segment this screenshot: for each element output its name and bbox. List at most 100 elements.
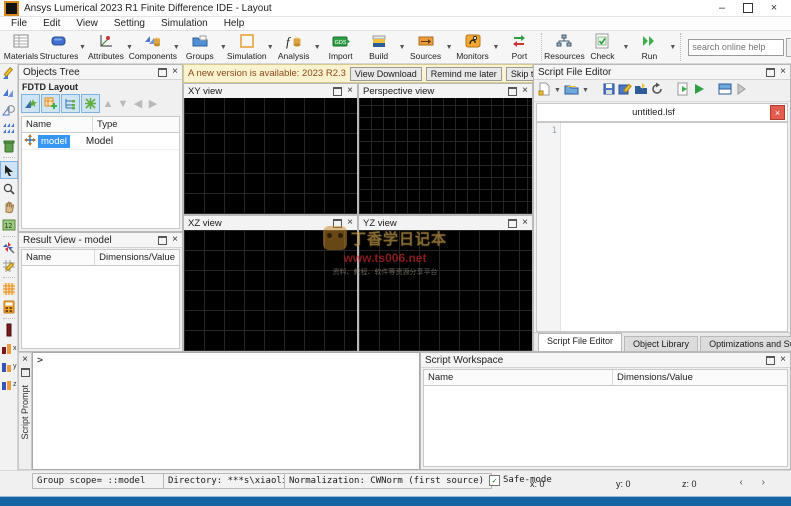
analysis-dropdown[interactable]: ▼ [314,44,321,51]
close-panel-icon[interactable]: × [172,67,178,77]
remind-later-button[interactable]: Remind me later [425,66,502,81]
components-button[interactable]: Components [129,31,177,63]
components-dropdown[interactable]: ▼ [173,44,180,51]
column-name[interactable]: Name [22,117,93,132]
ruler-tool-button[interactable]: 12 [1,217,17,233]
close-panel-icon[interactable]: × [172,235,178,245]
float-panel-icon[interactable] [20,368,30,377]
run-script-file-button[interactable] [676,82,690,99]
array-button[interactable] [1,120,17,136]
close-file-tab-button[interactable]: × [770,105,785,120]
monitors-dropdown[interactable]: ▼ [493,44,500,51]
simulation-dropdown[interactable]: ▼ [267,44,274,51]
model-name-cell[interactable]: model [38,134,70,148]
delete-button[interactable] [1,138,17,154]
move-down-button[interactable]: ▼ [116,98,130,110]
mesh-edit-button[interactable] [1,258,17,274]
code-area[interactable] [561,123,787,331]
duplicate-button[interactable] [1,84,17,100]
split-view-button[interactable] [718,82,732,99]
tab-object-library[interactable]: Object Library [624,336,699,351]
view-download-button[interactable]: View Download [349,66,422,81]
script-editor-body[interactable]: 1 [536,122,788,332]
perspective-view-canvas[interactable] [359,98,532,214]
menu-setting[interactable]: Setting [107,18,152,29]
port-button[interactable]: Port [500,31,538,63]
sources-dropdown[interactable]: ▼ [446,44,453,51]
run-dropdown[interactable]: ▼ [669,44,676,51]
close-panel-icon[interactable]: × [347,86,353,96]
menu-edit[interactable]: Edit [36,18,67,29]
build-button[interactable]: Build [360,31,398,63]
menu-simulation[interactable]: Simulation [154,18,215,29]
zoom-extents-button[interactable] [1,102,17,118]
menu-help[interactable]: Help [217,18,252,29]
edit-object-button[interactable] [1,66,17,82]
structures-dropdown[interactable]: ▼ [79,44,86,51]
new-script-button[interactable] [537,82,551,99]
run-script-button[interactable] [692,82,706,99]
status-nav-arrows[interactable]: ‹ › [740,477,773,488]
structures-button[interactable]: Structures [40,31,78,63]
delete-object-button[interactable] [81,94,100,113]
float-panel-icon[interactable] [766,67,776,77]
search-input[interactable] [688,38,785,56]
tab-optimizations-sweeps[interactable]: Optimizations and Sweeps [700,336,791,351]
groups-button[interactable]: Groups [181,31,219,63]
check-dropdown[interactable]: ▼ [622,44,629,51]
search-button[interactable] [786,37,791,57]
pan-tool-button[interactable] [1,199,17,215]
tree-view-button[interactable] [61,94,80,113]
simulation-button[interactable]: Simulation [227,31,267,63]
build-dropdown[interactable]: ▼ [399,44,406,51]
slice-view-button[interactable] [1,322,17,338]
open-script-button[interactable] [564,82,579,99]
move-left-button[interactable]: ◀ [131,97,145,110]
new-script-dropdown[interactable]: ▼ [554,87,561,94]
float-panel-icon[interactable] [158,67,168,77]
save-script-button[interactable] [602,82,616,99]
float-panel-icon[interactable] [333,86,343,96]
attributes-dropdown[interactable]: ▼ [126,44,133,51]
column-dimensions[interactable]: Dimensions/Value [613,370,787,385]
script-prompt-console[interactable]: > [32,352,420,470]
rotate-tool-button[interactable] [1,240,17,256]
xy-view-canvas[interactable] [184,98,357,214]
resources-button[interactable]: Resources [544,31,585,63]
float-panel-icon[interactable] [333,218,343,228]
float-panel-icon[interactable] [158,235,168,245]
add-group-button[interactable] [41,94,60,113]
tree-row-model[interactable]: model Model [22,133,179,150]
fdtd-layout-tab[interactable]: FDTD Layout [19,80,182,93]
material-explorer-button[interactable] [1,299,17,315]
close-panel-icon[interactable]: × [780,355,786,365]
import-script-button[interactable] [634,82,648,99]
monitors-button[interactable]: Monitors [454,31,492,63]
close-panel-icon[interactable]: × [22,355,28,365]
analysis-button[interactable]: f Analysis [275,31,313,63]
column-name[interactable]: Name [22,250,96,265]
z-axis-view-button[interactable]: z [1,376,17,392]
y-axis-view-button[interactable]: y [1,358,17,374]
safe-mode-toggle[interactable]: Safe-mode [485,473,571,487]
close-panel-icon[interactable]: × [347,218,353,228]
float-panel-icon[interactable] [508,218,518,228]
close-button[interactable]: × [761,1,787,16]
close-panel-icon[interactable]: × [522,86,528,96]
tab-script-file-editor[interactable]: Script File Editor [538,333,623,351]
import-button[interactable]: GDS Import [322,31,360,63]
close-panel-icon[interactable]: × [780,67,786,77]
minimize-button[interactable]: – [709,1,735,16]
safe-mode-checkbox[interactable] [489,474,500,486]
menu-file[interactable]: File [4,18,34,29]
attributes-button[interactable]: Attributes [87,31,125,63]
run-button[interactable]: Run [630,31,668,63]
materials-button[interactable]: Materials [2,31,40,63]
step-button[interactable] [734,82,748,99]
groups-dropdown[interactable]: ▼ [220,44,227,51]
save-as-button[interactable] [618,82,632,99]
column-name[interactable]: Name [424,370,613,385]
yz-view-canvas[interactable] [359,230,532,351]
open-script-dropdown[interactable]: ▼ [582,87,589,94]
close-panel-icon[interactable]: × [522,218,528,228]
